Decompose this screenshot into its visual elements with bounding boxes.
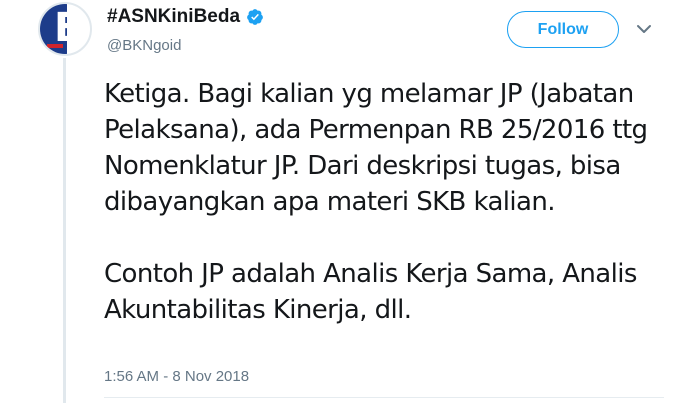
divider — [104, 397, 664, 398]
avatar-letter: B — [54, 5, 85, 51]
tweet-paragraph: Ketiga. Bagi kalian yg melamar JP (Jabat… — [104, 79, 648, 217]
follow-button[interactable]: Follow — [507, 11, 619, 48]
user-handle[interactable]: @BKNgoid — [107, 37, 181, 54]
tweet-text: Ketiga. Bagi kalian yg melamar JP (Jabat… — [104, 76, 664, 328]
avatar[interactable]: B — [38, 2, 92, 56]
tweet-timestamp[interactable]: 1:56 AM - 8 Nov 2018 — [104, 368, 249, 385]
thread-line — [63, 58, 66, 403]
display-name[interactable]: #ASNKiniBeda — [107, 6, 240, 28]
display-name-row[interactable]: #ASNKiniBeda — [107, 6, 264, 28]
tweet-paragraph: Contoh JP adalah Analis Kerja Sama, Anal… — [104, 259, 637, 325]
chevron-down-icon[interactable] — [635, 20, 653, 38]
verified-badge-icon — [247, 9, 263, 25]
